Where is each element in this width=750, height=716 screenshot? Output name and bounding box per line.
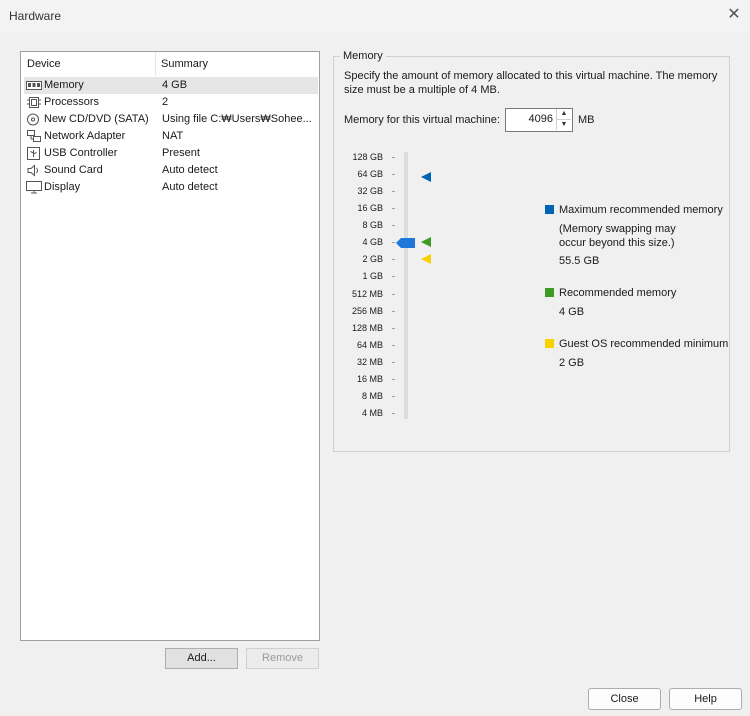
scale-tick [392,396,395,397]
usb-icon [27,147,40,160]
title-bar: Hardware ✕ [0,0,750,32]
device-list: Device Summary Memory 4 GB Processors 2 [20,51,320,641]
close-button[interactable]: Close [588,688,661,710]
memory-slider-track[interactable] [404,152,408,419]
device-summary: Auto detect [162,181,218,193]
scale-label: 8 GB [362,220,383,230]
max-recommended-note: (Memory swapping may occur beyond this s… [559,223,676,249]
scale-tick [392,157,395,158]
device-row-memory[interactable]: Memory 4 GB [24,77,318,94]
memory-description: Specify the amount of memory allocated t… [344,70,718,96]
spin-down-icon[interactable]: ▼ [556,120,571,130]
hardware-dialog: Hardware ✕ Device Summary Memory 4 GB Pr [0,0,750,716]
device-list-header: Device Summary [21,52,319,76]
scale-label: 2 GB [362,254,383,264]
recommended-legend-swatch [545,288,554,297]
scale-tick [392,413,395,414]
device-summary: Present [162,147,200,159]
device-summary: Auto detect [162,164,218,176]
scale-label: 128 GB [352,152,383,162]
device-name: Memory [44,79,84,91]
scale-tick [392,276,395,277]
device-row-processors[interactable]: Processors 2 [24,94,318,111]
monitor-icon [26,181,42,194]
memory-unit: MB [578,114,595,126]
spin-up-icon[interactable]: ▲ [556,109,571,120]
scale-label: 64 GB [357,169,383,179]
minimum-legend-swatch [545,339,554,348]
device-name: Processors [44,96,100,108]
memory-field-label: Memory for this virtual machine: [344,114,500,126]
scale-label: 512 MB [351,289,383,299]
recommended-value: 4 GB [559,306,585,318]
scale-tick [392,242,395,243]
network-adapter-icon [27,130,41,142]
memory-spinbox[interactable]: 4096 ▲ ▼ [505,108,573,132]
minimum-marker-icon [421,254,431,264]
scale-tick [392,345,395,346]
scale-tick [392,208,395,209]
scale-label: 16 MB [356,374,383,384]
max-recommended-value: 55.5 GB [559,255,600,267]
device-row-network-adapter[interactable]: Network Adapter NAT [24,128,318,145]
device-name: New CD/DVD (SATA) [44,113,149,125]
column-divider[interactable] [155,52,156,76]
scale-tick [392,379,395,380]
memory-icon [26,81,42,90]
scale-label: 64 MB [356,340,383,350]
recommended-title: Recommended memory [559,287,677,299]
device-summary: 4 GB [162,79,188,91]
device-summary: 2 [162,96,169,108]
minimum-title: Guest OS recommended minimum [559,338,729,350]
scale-label: 256 MB [351,306,383,316]
window-title: Hardware [9,9,62,23]
cd-dvd-icon [27,113,39,126]
memory-input[interactable]: 4096 [506,113,553,125]
scale-label: 128 MB [351,323,383,333]
scale-label: 32 GB [357,186,383,196]
memory-group-title: Memory [340,50,386,62]
scale-label: 4 GB [362,237,383,247]
device-row-display[interactable]: Display Auto detect [24,179,318,196]
max-recommended-legend-swatch [545,205,554,214]
scale-label: 16 GB [357,203,383,213]
scale-label: 8 MB [361,391,383,401]
help-button[interactable]: Help [669,688,742,710]
scale-label: 4 MB [361,408,383,418]
recommended-marker-icon [421,237,431,247]
device-summary: NAT [162,130,184,142]
scale-tick [392,294,395,295]
remove-button[interactable]: Remove [246,648,319,669]
scale-tick [392,311,395,312]
scale-label: 32 MB [356,357,383,367]
add-button[interactable]: Add... [165,648,238,669]
scale-label: 1 GB [362,271,383,281]
device-name: USB Controller [44,147,118,159]
scale-tick [392,174,395,175]
memory-slider-thumb[interactable] [396,238,415,248]
device-column-header[interactable]: Device [27,58,61,70]
scale-tick [392,259,395,260]
scale-tick [392,328,395,329]
close-icon[interactable]: ✕ [726,4,742,26]
speaker-icon [27,164,38,177]
scale-tick [392,225,395,226]
summary-column-header[interactable]: Summary [161,58,208,70]
device-name: Network Adapter [44,130,126,142]
scale-tick [392,191,395,192]
device-row-sound-card[interactable]: Sound Card Auto detect [24,162,318,179]
device-name: Sound Card [44,164,103,176]
minimum-value: 2 GB [559,357,585,369]
device-summary: Using file C:₩Users₩Sohee... [162,113,312,125]
device-name: Display [44,181,81,193]
processor-icon [27,97,41,108]
max-recommended-marker-icon [421,172,431,182]
max-recommended-title: Maximum recommended memory [559,204,723,216]
scale-tick [392,362,395,363]
device-row-usb-controller[interactable]: USB Controller Present [24,145,318,162]
device-row-cd-dvd[interactable]: New CD/DVD (SATA) Using file C:₩Users₩So… [24,111,318,128]
